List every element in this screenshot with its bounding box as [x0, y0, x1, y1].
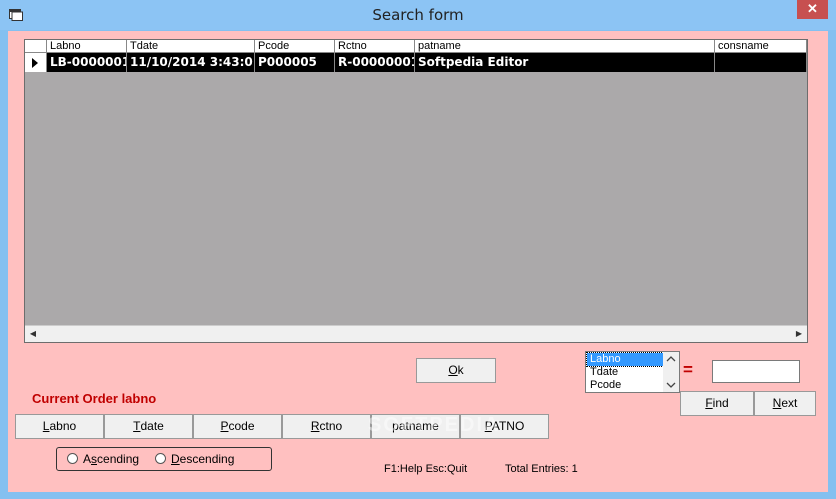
sort-label: patname [392, 419, 439, 433]
sort-label: ctno [319, 419, 343, 433]
close-icon: ✕ [807, 1, 818, 16]
close-button[interactable]: ✕ [797, 0, 828, 19]
ascending-label[interactable]: Ascending [83, 452, 139, 466]
sort-labno-button[interactable]: Labno [15, 414, 104, 439]
sort-pcode-button[interactable]: Pcode [193, 414, 282, 439]
next-button[interactable]: Next [754, 391, 816, 416]
column-header-pcode[interactable]: Pcode [255, 40, 335, 53]
scrollbar-track[interactable] [41, 326, 791, 342]
help-status: F1:Help Esc:Quit [384, 463, 468, 475]
row-selector-arrow-icon [32, 58, 38, 68]
sort-tdate-button[interactable]: Tdate [104, 414, 193, 439]
results-grid[interactable]: Labno Tdate Pcode Rctno patname consname… [24, 39, 808, 343]
descending-radio[interactable] [155, 453, 166, 464]
cell-rctno[interactable]: R-00000001 [335, 53, 415, 72]
scroll-left-icon[interactable]: ◀ [25, 326, 41, 342]
sort-patno-button[interactable]: PATNO [460, 414, 549, 439]
cell-patname[interactable]: Softpedia Editor [415, 53, 715, 72]
sort-rctno-button[interactable]: Rctno [282, 414, 371, 439]
sort-label: code [228, 419, 255, 433]
listbox-item-tdate[interactable]: Tdate [587, 366, 663, 379]
window-title: Search form [372, 6, 464, 24]
find-label-rest: ind [712, 396, 729, 410]
ok-label-rest: k [457, 363, 464, 377]
listbox-scrollbar[interactable] [663, 352, 679, 392]
find-button[interactable]: Find [680, 391, 754, 416]
cell-consname[interactable] [715, 53, 807, 72]
equals-sign: = [683, 360, 693, 379]
column-header-consname[interactable]: consname [715, 40, 807, 53]
next-label-rest: ext [781, 396, 798, 410]
ascending-radio[interactable] [67, 453, 78, 464]
sort-mnemonic: P [484, 419, 492, 433]
ok-mnemonic: O [448, 363, 458, 377]
table-row[interactable]: LB-0000001 11/10/2014 3:43:0 P000005 R-0… [25, 53, 807, 72]
row-selector[interactable] [25, 53, 47, 72]
ok-button[interactable]: Ok [416, 358, 496, 383]
grid-header: Labno Tdate Pcode Rctno patname consname [25, 40, 807, 53]
scroll-down-icon[interactable] [663, 381, 679, 389]
sort-patname-button[interactable]: patname [371, 414, 460, 439]
listbox-item-labno[interactable]: Labno [586, 352, 664, 367]
total-entries-status: Total Entries: 1 [505, 463, 578, 475]
descending-mnemonic: D [171, 452, 180, 466]
form-client-area: Labno Tdate Pcode Rctno patname consname… [8, 31, 828, 492]
scroll-right-icon[interactable]: ▶ [791, 326, 807, 342]
descending-label[interactable]: Descending [171, 452, 234, 466]
cell-tdate[interactable]: 11/10/2014 3:43:0 [127, 53, 255, 72]
column-header-labno[interactable]: Labno [47, 40, 127, 53]
cell-labno[interactable]: LB-0000001 [47, 53, 127, 72]
column-header-rctno[interactable]: Rctno [335, 40, 415, 53]
column-header-patname[interactable]: patname [415, 40, 715, 53]
grid-corner [25, 40, 47, 53]
sort-label: abno [49, 419, 77, 433]
scroll-up-icon[interactable] [663, 355, 679, 363]
title-bar[interactable]: Search form ✕ [0, 0, 836, 30]
search-form-window: Search form ✕ Labno Tdate Pcode Rctno pa… [0, 0, 836, 499]
current-order-label: Current Order labno [32, 391, 157, 406]
search-value-input[interactable] [712, 360, 800, 383]
horizontal-scrollbar[interactable]: ◀ ▶ [25, 325, 807, 342]
sort-label: date [140, 419, 164, 433]
find-mnemonic: F [705, 396, 713, 410]
listbox-item-pcode[interactable]: Pcode [587, 379, 663, 392]
cell-pcode[interactable]: P000005 [255, 53, 335, 72]
sort-order-group: Ascending Descending [56, 447, 272, 471]
search-field-listbox[interactable]: Labno Tdate Pcode [585, 351, 680, 393]
column-header-tdate[interactable]: Tdate [127, 40, 255, 53]
sort-label: ATNO [491, 419, 525, 433]
